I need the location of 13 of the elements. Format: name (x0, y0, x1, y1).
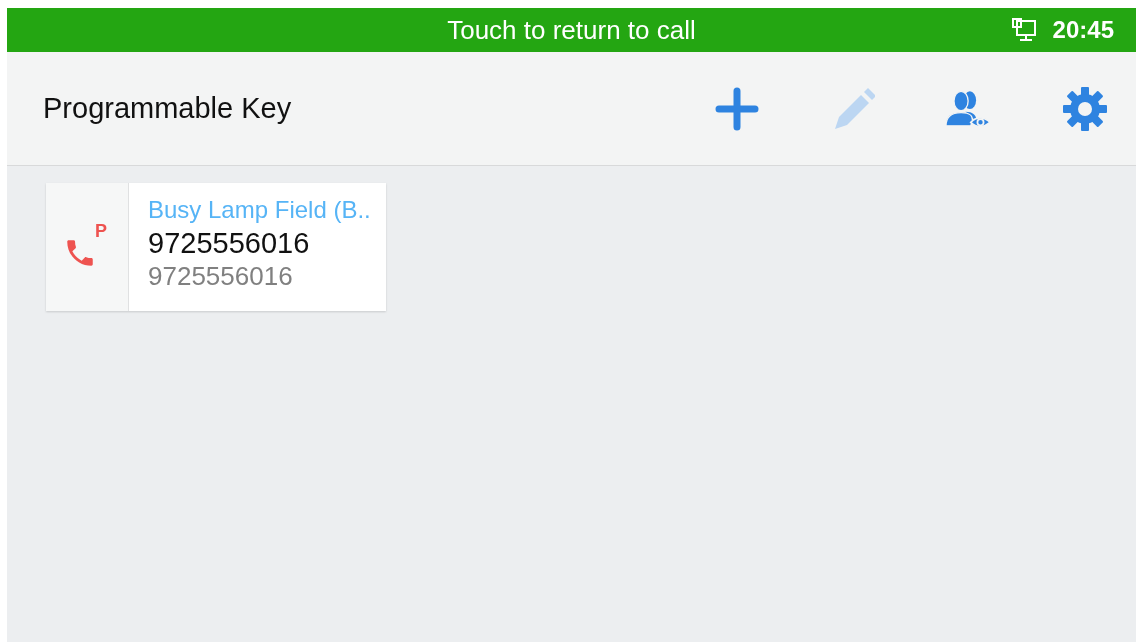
park-letter: P (95, 222, 107, 240)
clock-time: 20:45 (1052, 16, 1114, 44)
key-mode: Busy Lamp Field (B.. (148, 195, 371, 225)
network-icon (1010, 17, 1037, 43)
page-title: Programmable Key (43, 92, 293, 125)
key-name: 9725556016 (148, 226, 311, 261)
status-message: Touch to return to call (447, 14, 696, 46)
key-card[interactable]: P Busy Lamp Field (B.. 9725556016 9725556016 (46, 183, 386, 311)
settings-button[interactable] (1062, 85, 1108, 132)
key-number: 9725556016 (148, 261, 294, 291)
settings-icon (1063, 86, 1107, 131)
add-button[interactable] (714, 85, 760, 132)
add-icon (715, 86, 759, 131)
